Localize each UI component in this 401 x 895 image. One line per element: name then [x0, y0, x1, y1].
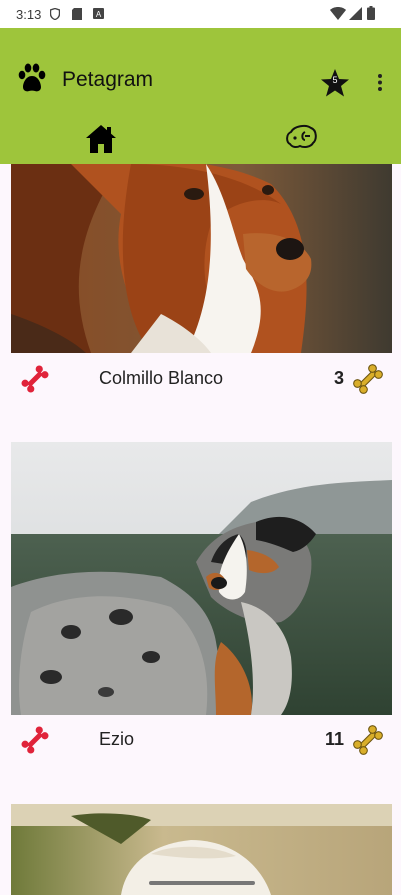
sd-card-icon: [72, 8, 82, 20]
home-icon: [86, 125, 116, 153]
favorites-button[interactable]: 5: [320, 68, 350, 98]
more-vert-icon: [378, 74, 382, 91]
dog-face-icon: [286, 124, 317, 149]
pet-photo: [11, 164, 392, 353]
paw-icon: [18, 63, 46, 92]
font-a-icon: A: [93, 8, 104, 19]
overflow-menu-button[interactable]: [372, 72, 388, 94]
signal-icon: [349, 7, 362, 20]
rating-bone-icon: [353, 364, 383, 394]
shield-icon: [50, 8, 60, 20]
like-count: 3: [333, 368, 344, 388]
pet-name: Ezio: [99, 729, 135, 749]
svg-text:A: A: [96, 10, 102, 19]
status-time: 3:13: [16, 7, 42, 22]
pet-card: Ezio 11: [11, 442, 392, 792]
like-bone-icon[interactable]: [19, 363, 51, 395]
home-tab[interactable]: [0, 120, 200, 164]
like-bone-icon[interactable]: [19, 724, 51, 756]
favorites-badge: 5: [332, 75, 338, 85]
pet-name: Colmillo Blanco: [99, 368, 224, 388]
battery-icon: [367, 6, 375, 20]
pet-list[interactable]: Colmillo Blanco 3 Ezio 11: [0, 164, 401, 895]
app-bar: Petagram 5: [0, 28, 401, 164]
wifi-icon: [330, 7, 346, 20]
pet-photo: [11, 442, 392, 715]
like-count: 11: [324, 729, 344, 749]
pet-card: Colmillo Blanco 3: [11, 164, 392, 424]
rating-bone-icon: [353, 725, 383, 755]
dog-profile-tab[interactable]: [200, 120, 400, 164]
gesture-nav-handle[interactable]: [149, 881, 255, 885]
status-bar: 3:13 A: [0, 0, 401, 28]
app-title: Petagram: [62, 68, 154, 91]
